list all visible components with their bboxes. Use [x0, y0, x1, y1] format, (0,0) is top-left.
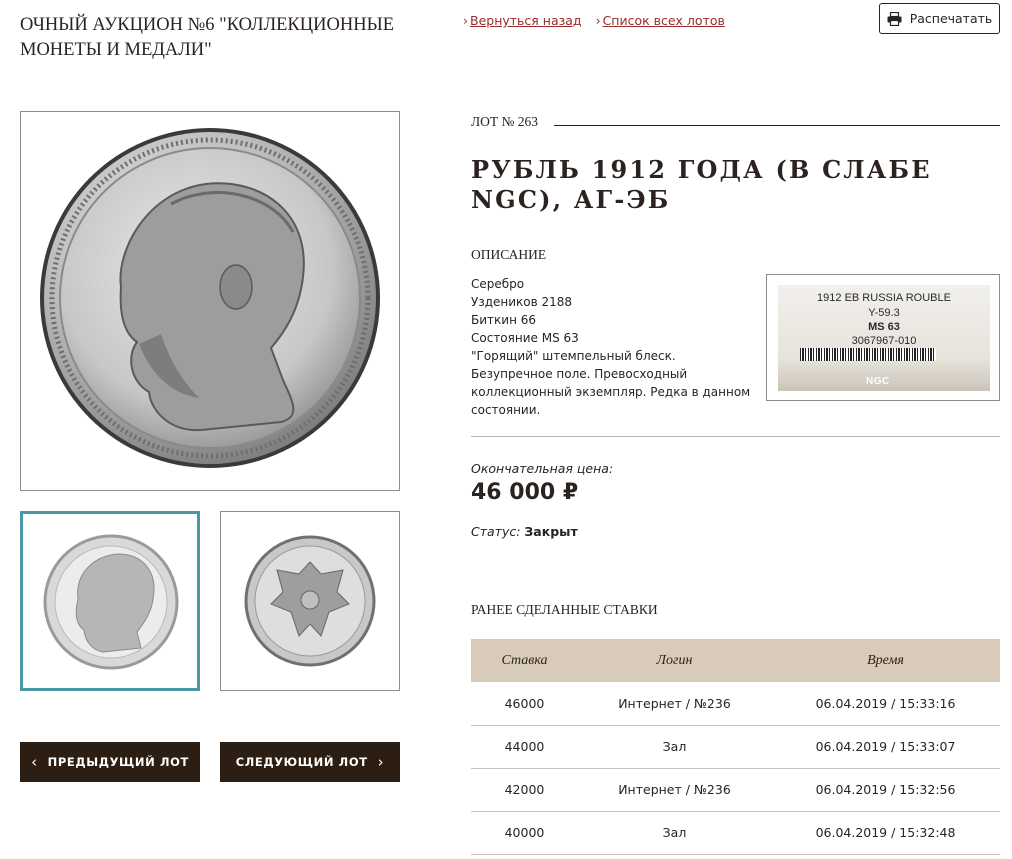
previous-lot-button[interactable]: ‹ ПРЕДЫДУЩИЙ ЛОТ: [20, 742, 200, 782]
barcode-icon: [800, 348, 936, 361]
slab-line: 1912 EB RUSSIA ROUBLE: [817, 292, 951, 304]
lot-number: ЛОТ № 263: [471, 114, 549, 130]
auction-title: ОЧНЫЙ АУКЦИОН №6 "КОЛЛЕКЦИОННЫЕ МОНЕТЫ И…: [20, 15, 395, 60]
printer-icon: [887, 11, 902, 26]
thumbnail-obverse[interactable]: [20, 511, 200, 691]
back-link[interactable]: Вернуться назад: [470, 13, 582, 28]
main-coin-image[interactable]: [20, 111, 400, 491]
previous-lot-label: ПРЕДЫДУЩИЙ ЛОТ: [47, 755, 189, 769]
coin-obverse-thumb: [43, 534, 179, 670]
table-row: 46000 Интернет / №236 06.04.2019 / 15:33…: [471, 682, 1000, 726]
bid-time: 06.04.2019 / 15:33:16: [771, 682, 1000, 726]
coin-obverse-image: [40, 128, 380, 468]
bid-amount: 44000: [471, 725, 578, 769]
description-line: Биткин 66: [471, 313, 536, 327]
bid-amount: 42000: [471, 768, 578, 812]
ngc-slab-image[interactable]: 1912 EB RUSSIA ROUBLE Y-59.3 MS 63 30679…: [766, 274, 1000, 401]
print-button-label: Распечатать: [909, 11, 993, 26]
bid-login: Интернет / №236: [578, 682, 771, 726]
lot-number-divider: [554, 125, 1000, 126]
coin-reverse-thumb: [244, 535, 376, 667]
table-row: 42000 Интернет / №236 06.04.2019 / 15:32…: [471, 768, 1000, 812]
divider: [471, 436, 1000, 437]
thumbnail-reverse[interactable]: [220, 511, 400, 691]
column-header-bid: Ставка: [471, 639, 578, 682]
top-links: › Вернуться назад › Список всех лотов: [463, 13, 735, 28]
table-header-row: Ставка Логин Время: [471, 639, 1000, 682]
bid-time: 06.04.2019 / 15:32:48: [771, 811, 1000, 855]
bid-login: Зал: [578, 725, 771, 769]
column-header-time: Время: [771, 639, 1000, 682]
description-text: Серебро Уздеников 2188 Биткин 66 Состоян…: [471, 275, 756, 419]
print-button[interactable]: Распечатать: [879, 3, 1000, 34]
chevron-right-icon: ›: [595, 13, 601, 28]
status-label: Статус:: [471, 524, 521, 539]
chevron-right-icon: ›: [463, 13, 468, 28]
next-lot-label: СЛЕДУЮЩИЙ ЛОТ: [235, 755, 368, 769]
slab-line: Y-59.3: [868, 307, 900, 319]
all-lots-link[interactable]: Список всех лотов: [603, 13, 725, 28]
table-row: 40000 Зал 06.04.2019 / 15:32:48: [471, 811, 1000, 855]
status-badge: Закрыт: [524, 524, 578, 539]
slab-grade: MS 63: [868, 321, 900, 333]
table-row: 44000 Зал 06.04.2019 / 15:33:07: [471, 725, 1000, 769]
description-line: Уздеников 2188: [471, 295, 573, 309]
column-header-login: Логин: [578, 639, 771, 682]
chevron-left-icon: ‹: [31, 753, 38, 771]
final-price: 46 000 ₽: [471, 480, 579, 505]
bids-heading: РАНЕЕ СДЕЛАННЫЕ СТАВКИ: [471, 602, 658, 617]
description-heading: ОПИСАНИЕ: [471, 247, 547, 262]
next-lot-button[interactable]: СЛЕДУЮЩИЙ ЛОТ ›: [220, 742, 400, 782]
description-line: "Горящий" штемпельный блеск. Безупречное…: [471, 349, 751, 417]
description-line: Серебро: [471, 277, 525, 291]
bid-time: 06.04.2019 / 15:32:56: [771, 768, 1000, 812]
bid-login: Интернет / №236: [578, 768, 771, 812]
slab-label: 1912 EB RUSSIA ROUBLE Y-59.3 MS 63 30679…: [778, 285, 990, 391]
lot-title: РУБЛЬ 1912 ГОДА (В СЛАБЕ NGC), АГ-ЭБ: [471, 155, 932, 214]
ngc-logo: NGC: [866, 376, 890, 387]
bid-amount: 40000: [471, 811, 578, 855]
slab-line: 3067967-010: [851, 335, 917, 347]
chevron-right-icon: ›: [377, 753, 385, 771]
bid-login: Зал: [578, 811, 771, 855]
description-line: Состояние MS 63: [471, 331, 579, 345]
bid-time: 06.04.2019 / 15:33:07: [771, 725, 1000, 769]
lot-status: Статус: Закрыт: [471, 524, 578, 539]
bids-table: Ставка Логин Время 46000 Интернет / №236…: [471, 639, 1000, 855]
bid-amount: 46000: [471, 682, 578, 726]
final-price-label: Окончательная цена:: [471, 461, 614, 476]
